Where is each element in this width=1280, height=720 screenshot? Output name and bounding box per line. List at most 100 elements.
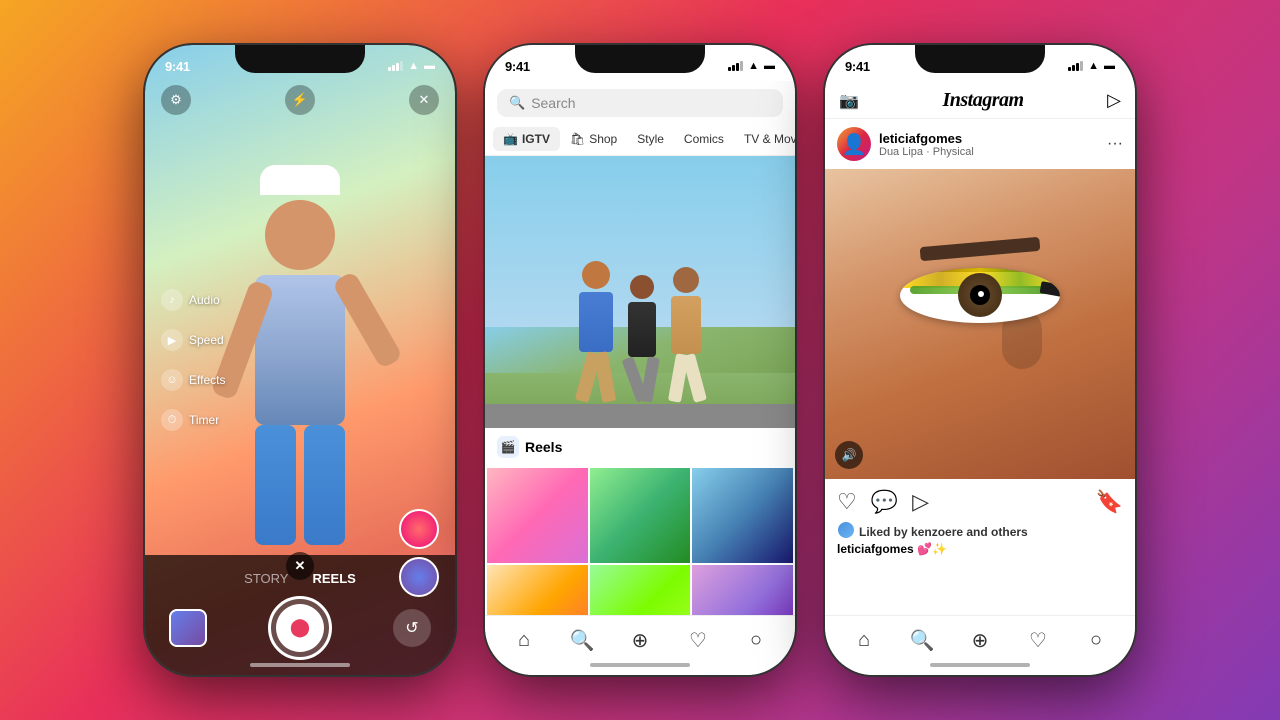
leg-left — [255, 425, 296, 545]
cancel-circle[interactable]: ✕ — [286, 552, 314, 580]
status-bar-3: 9:41 ▲ ▬ — [825, 45, 1135, 81]
phone-2: 9:41 ▲ ▬ 🔍 Search 📺 — [485, 45, 795, 675]
home-bar-3 — [930, 663, 1030, 667]
tab-comics[interactable]: Comics — [674, 127, 734, 151]
tab-shop[interactable]: 🛍 Shop — [560, 127, 627, 151]
user-text: leticiafgomes Dua Lipa · Physical — [879, 131, 974, 158]
close-button[interactable]: ✕ — [409, 85, 439, 115]
shop-label: Shop — [589, 132, 617, 146]
audio-icon: ♪ — [161, 289, 183, 311]
eye-highlight — [978, 291, 984, 297]
tv-label: TV & Movie — [744, 132, 795, 146]
effects-control[interactable]: ☺ Effects — [161, 369, 225, 391]
post-image: 🔊 — [825, 169, 1135, 479]
post-likes: Liked by kenzoere and others — [825, 521, 1135, 539]
leg-right — [304, 425, 345, 545]
nav-search-3[interactable]: 🔍 — [908, 627, 936, 655]
effects-label: Effects — [189, 373, 225, 387]
person-silhouette — [210, 160, 390, 540]
user-info: 👤 leticiafgomes Dua Lipa · Physical — [837, 127, 974, 161]
instagram-logo: Instagram — [942, 89, 1023, 112]
dancer-2-head — [630, 275, 654, 299]
home-bar-1 — [250, 663, 350, 667]
dancer-3 — [671, 267, 701, 402]
nav-add-2[interactable]: ⊕ — [626, 627, 654, 655]
phone-3: 9:41 ▲ ▬ 📷 Instagram ▷ — [825, 45, 1135, 675]
search-bar[interactable]: 🔍 Search — [497, 89, 783, 117]
tab-style[interactable]: Style — [627, 127, 674, 151]
capture-button[interactable]: ⬤ — [268, 596, 332, 660]
post-audio-badge[interactable]: 🔊 — [835, 441, 863, 469]
save-button[interactable]: 🔖 — [1096, 489, 1123, 515]
thumb-friends[interactable] — [590, 468, 691, 563]
comment-button[interactable]: 💬 — [871, 489, 898, 515]
post-menu-button[interactable]: ··· — [1107, 135, 1123, 153]
send-icon[interactable]: ▷ — [1107, 90, 1121, 111]
gallery-thumbnail[interactable] — [169, 609, 207, 647]
likes-text: Liked by kenzoere and others — [859, 525, 1028, 539]
style-label: Style — [637, 132, 664, 146]
search-placeholder: Search — [531, 95, 575, 111]
dancer-2-body — [628, 302, 656, 357]
caption-username[interactable]: leticiafgomes — [837, 542, 914, 556]
signal-icon-2 — [728, 61, 743, 71]
speed-control[interactable]: ▶ Speed — [161, 329, 225, 351]
dancer-3-legs — [672, 354, 701, 402]
share-button[interactable]: ▷ — [912, 489, 929, 515]
filter-bubble-3[interactable] — [399, 557, 439, 597]
nav-profile-3[interactable]: ○ — [1082, 627, 1110, 655]
dancer-1-body — [579, 292, 613, 352]
nav-home-2[interactable]: ⌂ — [510, 627, 538, 655]
user-subtitle: Dua Lipa · Physical — [879, 146, 974, 158]
igtv-label: IGTV — [522, 132, 550, 146]
battery-icon: ▬ — [424, 60, 435, 72]
battery-icon-2: ▬ — [764, 60, 775, 72]
timer-control[interactable]: ⏱ Timer — [161, 409, 225, 431]
caption-text: 💕✨ — [917, 542, 947, 556]
dancer-1-leg-r — [593, 351, 615, 403]
thumb-flowers[interactable] — [487, 468, 588, 563]
nav-home-3[interactable]: ⌂ — [850, 627, 878, 655]
nav-add-3[interactable]: ⊕ — [966, 627, 994, 655]
story-mode[interactable]: STORY — [244, 571, 288, 586]
settings-button[interactable]: ⚙ — [161, 85, 191, 115]
tab-tv[interactable]: TV & Movie — [734, 127, 795, 151]
liked-avatar-1 — [837, 521, 855, 539]
nav-heart-2[interactable]: ♡ — [684, 627, 712, 655]
speed-label: Speed — [189, 333, 224, 347]
wifi-icon-3: ▲ — [1088, 60, 1099, 72]
nav-search-2[interactable]: 🔍 — [568, 627, 596, 655]
status-bar-2: 9:41 ▲ ▬ — [485, 45, 795, 81]
reels-mode[interactable]: REELS — [312, 571, 355, 586]
feed-screen: 9:41 ▲ ▬ 📷 Instagram ▷ — [825, 45, 1135, 675]
phone-1: 9:41 ▲ ▬ ⚙ ⚡ ✕ — [145, 45, 455, 675]
explore-screen: 9:41 ▲ ▬ 🔍 Search 📺 — [485, 45, 795, 675]
nav-heart-3[interactable]: ♡ — [1024, 627, 1052, 655]
flash-button[interactable]: ⚡ — [285, 85, 315, 115]
home-bar-2 — [590, 663, 690, 667]
battery-icon-3: ▬ — [1104, 60, 1115, 72]
header-icons: ▷ — [1107, 90, 1121, 111]
audio-control[interactable]: ♪ Audio — [161, 289, 225, 311]
dancer-3-head — [673, 267, 699, 293]
filter-bubble-2[interactable] — [399, 509, 439, 549]
like-button[interactable]: ♡ — [837, 489, 857, 515]
camera-header-icon[interactable]: 📷 — [839, 91, 859, 111]
status-time-3: 9:41 — [845, 59, 870, 74]
eye-shape — [900, 268, 1060, 323]
flip-camera-button[interactable]: ↺ — [393, 609, 431, 647]
status-icons-3: ▲ ▬ — [1068, 60, 1115, 72]
likes-text-main: Liked by kenzoere and others — [859, 525, 1028, 539]
nav-profile-2[interactable]: ○ — [742, 627, 770, 655]
thumb-skate[interactable] — [692, 468, 793, 563]
user-avatar[interactable]: 👤 — [837, 127, 871, 161]
dancers-group — [579, 261, 701, 402]
status-bar-1: 9:41 ▲ ▬ — [145, 45, 455, 81]
speed-icon: ▶ — [161, 329, 183, 351]
capture-row: ⬤ ↺ — [145, 596, 455, 660]
tab-igtv[interactable]: 📺 IGTV — [493, 127, 560, 151]
mascara-brush — [1040, 281, 1060, 307]
timer-icon: ⏱ — [161, 409, 183, 431]
username[interactable]: leticiafgomes — [879, 131, 974, 146]
wifi-icon: ▲ — [408, 60, 419, 72]
